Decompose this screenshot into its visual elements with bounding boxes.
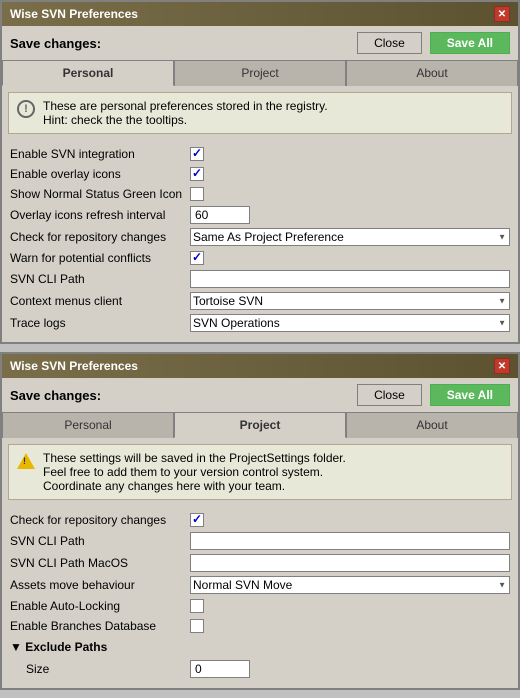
label-context-menus: Context menus client (10, 294, 190, 308)
checkbox-check-repo-2[interactable] (190, 513, 204, 527)
form-row-overlay-icons: Enable overlay icons (10, 164, 510, 184)
input-svn-cli-path-1[interactable] (190, 270, 510, 288)
select-context-menus[interactable]: Tortoise SVN Other (190, 292, 510, 310)
label-refresh-interval: Overlay icons refresh interval (10, 208, 190, 222)
form-row-svn-cli-path-1: SVN CLI Path (10, 268, 510, 290)
select-wrapper-trace-logs: SVN Operations All None (190, 314, 510, 332)
checkbox-potential-conflicts[interactable] (190, 251, 204, 265)
form-row-exclude-paths-header: ▼ Exclude Paths (10, 636, 510, 658)
toolbar-2: Save changes: Close Save All (2, 378, 518, 412)
tabs-1: Personal Project About (2, 60, 518, 86)
input-svn-cli-path-2[interactable] (190, 532, 510, 550)
info-text-1: These are personal preferences stored in… (43, 99, 328, 127)
form-row-refresh-interval: Overlay icons refresh interval (10, 204, 510, 226)
window-2-close-btn[interactable]: ✕ (494, 358, 510, 374)
label-exclude-paths: ▼ Exclude Paths (10, 638, 190, 656)
label-assets-move: Assets move behaviour (10, 578, 190, 592)
label-check-repo: Check for repository changes (10, 230, 190, 244)
form-row-check-repo: Check for repository changes Same As Pro… (10, 226, 510, 248)
form-row-context-menus: Context menus client Tortoise SVN Other (10, 290, 510, 312)
form-row-trace-logs: Trace logs SVN Operations All None (10, 312, 510, 334)
warning-icon-2 (17, 452, 35, 470)
tab-project-2[interactable]: Project (174, 412, 346, 438)
label-svn-cli-path-2: SVN CLI Path (10, 534, 190, 548)
label-branches-db: Enable Branches Database (10, 619, 190, 633)
select-wrapper-assets-move: Normal SVN Move Other (190, 576, 510, 594)
checkbox-overlay-icons[interactable] (190, 167, 204, 181)
save-changes-label-2: Save changes: (10, 388, 101, 403)
label-auto-locking: Enable Auto-Locking (10, 599, 190, 613)
save-all-button-2[interactable]: Save All (430, 384, 510, 406)
warning-triangle (17, 453, 35, 469)
input-svn-cli-macos[interactable] (190, 554, 510, 572)
window-2: Wise SVN Preferences ✕ Save changes: Clo… (0, 352, 520, 690)
checkbox-green-icon[interactable] (190, 187, 204, 201)
info-box-2: These settings will be saved in the Proj… (8, 444, 512, 500)
form-row-size: Size (10, 658, 510, 680)
form-row-potential-conflicts: Warn for potential conflicts (10, 248, 510, 268)
form-row-svn-cli-path-2: SVN CLI Path (10, 530, 510, 552)
close-button-2[interactable]: Close (357, 384, 422, 406)
tab-about-1[interactable]: About (346, 60, 518, 86)
toolbar-1: Save changes: Close Save All (2, 26, 518, 60)
tab-personal-2[interactable]: Personal (2, 412, 174, 438)
window-2-title: Wise SVN Preferences (10, 359, 138, 373)
form-body-1: Enable SVN integration Enable overlay ic… (2, 140, 518, 342)
tab-personal-1[interactable]: Personal (2, 60, 174, 86)
label-overlay-icons: Enable overlay icons (10, 167, 190, 181)
info-icon-1: ! (17, 100, 35, 118)
info-text-2: These settings will be saved in the Proj… (43, 451, 346, 493)
tab-about-2[interactable]: About (346, 412, 518, 438)
save-changes-label-1: Save changes: (10, 36, 101, 51)
save-all-button-1[interactable]: Save All (430, 32, 510, 54)
info-box-1: ! These are personal preferences stored … (8, 92, 512, 134)
input-size[interactable] (190, 660, 250, 678)
select-check-repo[interactable]: Same As Project Preference Always Never (190, 228, 510, 246)
form-row-green-icon: Show Normal Status Green Icon (10, 184, 510, 204)
form-row-branches-db: Enable Branches Database (10, 616, 510, 636)
form-row-check-repo-2: Check for repository changes (10, 510, 510, 530)
tab-project-1[interactable]: Project (174, 60, 346, 86)
select-assets-move[interactable]: Normal SVN Move Other (190, 576, 510, 594)
title-bar-2: Wise SVN Preferences ✕ (2, 354, 518, 378)
form-row-svn-cli-macos: SVN CLI Path MacOS (10, 552, 510, 574)
form-body-2: Check for repository changes SVN CLI Pat… (2, 506, 518, 688)
checkbox-branches-db[interactable] (190, 619, 204, 633)
form-row-auto-locking: Enable Auto-Locking (10, 596, 510, 616)
tabs-2: Personal Project About (2, 412, 518, 438)
window-1-close-btn[interactable]: ✕ (494, 6, 510, 22)
label-size: Size (10, 662, 190, 676)
label-svn-cli-path-1: SVN CLI Path (10, 272, 190, 286)
label-svn-cli-macos: SVN CLI Path MacOS (10, 556, 190, 570)
label-potential-conflicts: Warn for potential conflicts (10, 251, 190, 265)
input-refresh-interval[interactable] (190, 206, 250, 224)
form-row-assets-move: Assets move behaviour Normal SVN Move Ot… (10, 574, 510, 596)
window-1: Wise SVN Preferences ✕ Save changes: Clo… (0, 0, 520, 344)
label-trace-logs: Trace logs (10, 316, 190, 330)
close-button-1[interactable]: Close (357, 32, 422, 54)
checkbox-svn-integration[interactable] (190, 147, 204, 161)
select-trace-logs[interactable]: SVN Operations All None (190, 314, 510, 332)
label-green-icon: Show Normal Status Green Icon (10, 187, 190, 201)
checkbox-auto-locking[interactable] (190, 599, 204, 613)
window-1-title: Wise SVN Preferences (10, 7, 138, 21)
label-check-repo-2: Check for repository changes (10, 513, 190, 527)
select-wrapper-check-repo: Same As Project Preference Always Never (190, 228, 510, 246)
form-row-svn-integration: Enable SVN integration (10, 144, 510, 164)
select-wrapper-context-menus: Tortoise SVN Other (190, 292, 510, 310)
label-svn-integration: Enable SVN integration (10, 147, 190, 161)
title-bar-1: Wise SVN Preferences ✕ (2, 2, 518, 26)
